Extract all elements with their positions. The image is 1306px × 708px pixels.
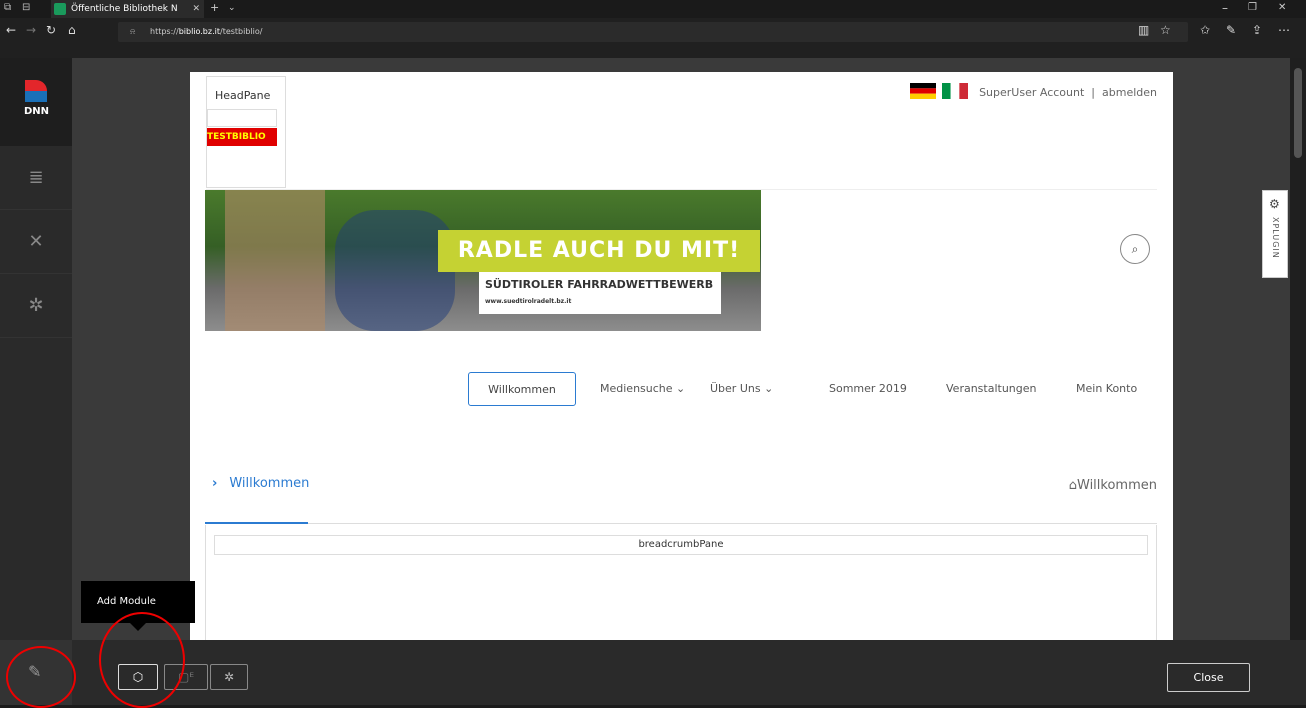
back-icon[interactable]: ← bbox=[6, 23, 16, 37]
reading-view-icon[interactable]: ▥ bbox=[1138, 23, 1149, 37]
url-prefix: https:// bbox=[150, 27, 179, 36]
tooltip-arrow bbox=[130, 623, 146, 631]
minimize-icon[interactable]: – bbox=[1222, 1, 1228, 15]
add-existing-module-button[interactable]: ▢ᴱ bbox=[164, 664, 208, 690]
refresh-icon[interactable]: ↻ bbox=[46, 23, 56, 37]
banner-title: RADLE AUCH DU MIT! bbox=[438, 230, 760, 272]
tab-actions-icon[interactable]: ⧉ bbox=[4, 1, 11, 15]
nav-item-mein-konto[interactable]: Mein Konto bbox=[1076, 372, 1137, 406]
home-icon[interactable]: ⌂ bbox=[68, 23, 76, 37]
nav-item-ueber-uns[interactable]: Über Uns ⌄ bbox=[710, 372, 773, 406]
more-icon[interactable]: ⋯ bbox=[1278, 23, 1290, 37]
dnn-logo-text: DNN bbox=[24, 106, 50, 117]
edit-bar-left: ✎ bbox=[0, 640, 72, 705]
head-pane: HeadPane TESTBIBLIO bbox=[206, 76, 286, 188]
browser-address-bar: ← → ↻ ⌂ ⍾ https://biblio.bz.it/testbibli… bbox=[0, 18, 1306, 58]
add-module-tooltip: Add Module bbox=[81, 581, 195, 623]
nav-item-sommer-2019[interactable]: Sommer 2019 bbox=[829, 372, 907, 406]
manage-tools-icon[interactable]: ✕ bbox=[0, 210, 72, 274]
page-content: HeadPane TESTBIBLIO SuperUser Account | … bbox=[190, 72, 1173, 640]
headpane-empty-box bbox=[207, 109, 277, 127]
active-tab-underline bbox=[205, 522, 308, 524]
banner-cyclist-shape bbox=[225, 190, 325, 331]
page-title-text: Willkommen bbox=[229, 476, 310, 491]
new-tab-icon[interactable]: + bbox=[210, 1, 219, 15]
url-host: biblio.bz.it bbox=[178, 27, 220, 36]
cube-icon: ⬡ bbox=[132, 670, 144, 684]
tab-close-icon[interactable]: ✕ bbox=[192, 0, 200, 18]
pencil-edit-icon[interactable]: ✎ bbox=[28, 662, 41, 681]
content-menu-icon[interactable]: ≣ bbox=[0, 146, 72, 210]
pen-notes-icon[interactable]: ✎ bbox=[1226, 23, 1236, 37]
close-button[interactable]: Close bbox=[1167, 663, 1250, 692]
testbiblio-label[interactable]: TESTBIBLIO bbox=[207, 128, 277, 146]
banner-subtitle: SÜDTIROLER FAHRRADWETTBEWERB bbox=[485, 278, 714, 291]
nav-item-willkommen[interactable]: Willkommen bbox=[468, 372, 576, 406]
add-module-button[interactable]: ⬡ bbox=[118, 664, 158, 690]
breadcrumb-pane[interactable]: breadcrumbPane bbox=[214, 535, 1148, 555]
dnn-logo-icon bbox=[25, 80, 47, 102]
scrollbar-thumb[interactable] bbox=[1294, 68, 1302, 158]
chevron-right-icon: › bbox=[212, 476, 218, 491]
gear-icon: ✲ bbox=[223, 670, 235, 684]
page-title: › Willkommen bbox=[212, 476, 309, 491]
dnn-favicon-icon bbox=[54, 3, 66, 15]
favorite-star-icon[interactable]: ☆ bbox=[1160, 23, 1171, 37]
user-bar: SuperUser Account | abmelden bbox=[979, 86, 1157, 99]
tab-list-icon[interactable]: ⌄ bbox=[228, 1, 236, 15]
lock-icon: ⍾ bbox=[130, 27, 136, 36]
german-flag-icon[interactable] bbox=[910, 83, 936, 99]
browser-tab[interactable]: Öffentliche Bibliothek N ✕ bbox=[51, 0, 204, 18]
page-settings-button[interactable]: ✲ bbox=[210, 664, 248, 690]
content-divider bbox=[308, 523, 1157, 524]
xplugin-label: XPLUGIN bbox=[1271, 217, 1280, 259]
favorites-list-icon[interactable]: ✩ bbox=[1200, 23, 1210, 37]
tab-title: Öffentliche Bibliothek N bbox=[71, 4, 178, 14]
search-icon: ⌕ bbox=[1131, 242, 1139, 256]
account-link[interactable]: SuperUser Account bbox=[979, 86, 1084, 99]
logout-link[interactable]: abmelden bbox=[1102, 86, 1157, 99]
nav-item-mediensuche[interactable]: Mediensuche ⌄ bbox=[600, 372, 685, 406]
user-bar-separator: | bbox=[1091, 86, 1096, 99]
home-icon-breadcrumb: ⌂ bbox=[1068, 478, 1077, 493]
banner-bike-shape bbox=[335, 210, 455, 331]
url-field[interactable]: ⍾ https://biblio.bz.it/testbiblio/ bbox=[118, 22, 1188, 42]
edit-bar: ✎ ⬡ ▢ᴱ ✲ Close bbox=[0, 640, 1306, 705]
xplugin-tab[interactable]: ⚙ XPLUGIN bbox=[1262, 190, 1288, 278]
italian-flag-icon[interactable] bbox=[942, 83, 968, 99]
maximize-icon[interactable]: ❐ bbox=[1248, 1, 1257, 15]
search-button[interactable]: ⌕ bbox=[1120, 234, 1150, 264]
home-breadcrumb[interactable]: ⌂Willkommen bbox=[1069, 478, 1157, 493]
existing-module-icon: ▢ᴱ bbox=[177, 670, 195, 684]
url-path: /testbiblio/ bbox=[220, 27, 263, 36]
persona-bar: DNN ≣ ✕ ✲ bbox=[0, 58, 72, 640]
dnn-logo[interactable]: DNN bbox=[0, 58, 72, 146]
forward-icon[interactable]: → bbox=[26, 23, 36, 37]
xplugin-gear-icon: ⚙ bbox=[1269, 197, 1280, 211]
close-window-icon[interactable]: ✕ bbox=[1278, 1, 1286, 15]
banner-subtitle-box: SÜDTIROLER FAHRRADWETTBEWERB www.suedtir… bbox=[479, 272, 721, 314]
page-scrollbar[interactable] bbox=[1290, 58, 1306, 640]
headpane-label: HeadPane bbox=[215, 89, 271, 102]
settings-gear-icon[interactable]: ✲ bbox=[0, 274, 72, 338]
home-breadcrumb-text: Willkommen bbox=[1077, 478, 1157, 493]
browser-tab-bar: ⧉ ⊟ Öffentliche Bibliothek N ✕ + ⌄ – ❐ ✕ bbox=[0, 0, 1306, 18]
share-icon[interactable]: ⇪ bbox=[1252, 23, 1262, 37]
banner-image: RADLE AUCH DU MIT! SÜDTIROLER FAHRRADWET… bbox=[205, 190, 761, 331]
nav-item-veranstaltungen[interactable]: Veranstaltungen bbox=[946, 372, 1037, 406]
tab-back-icon[interactable]: ⊟ bbox=[22, 1, 30, 15]
banner-url: www.suedtirolradelt.bz.it bbox=[485, 298, 572, 305]
